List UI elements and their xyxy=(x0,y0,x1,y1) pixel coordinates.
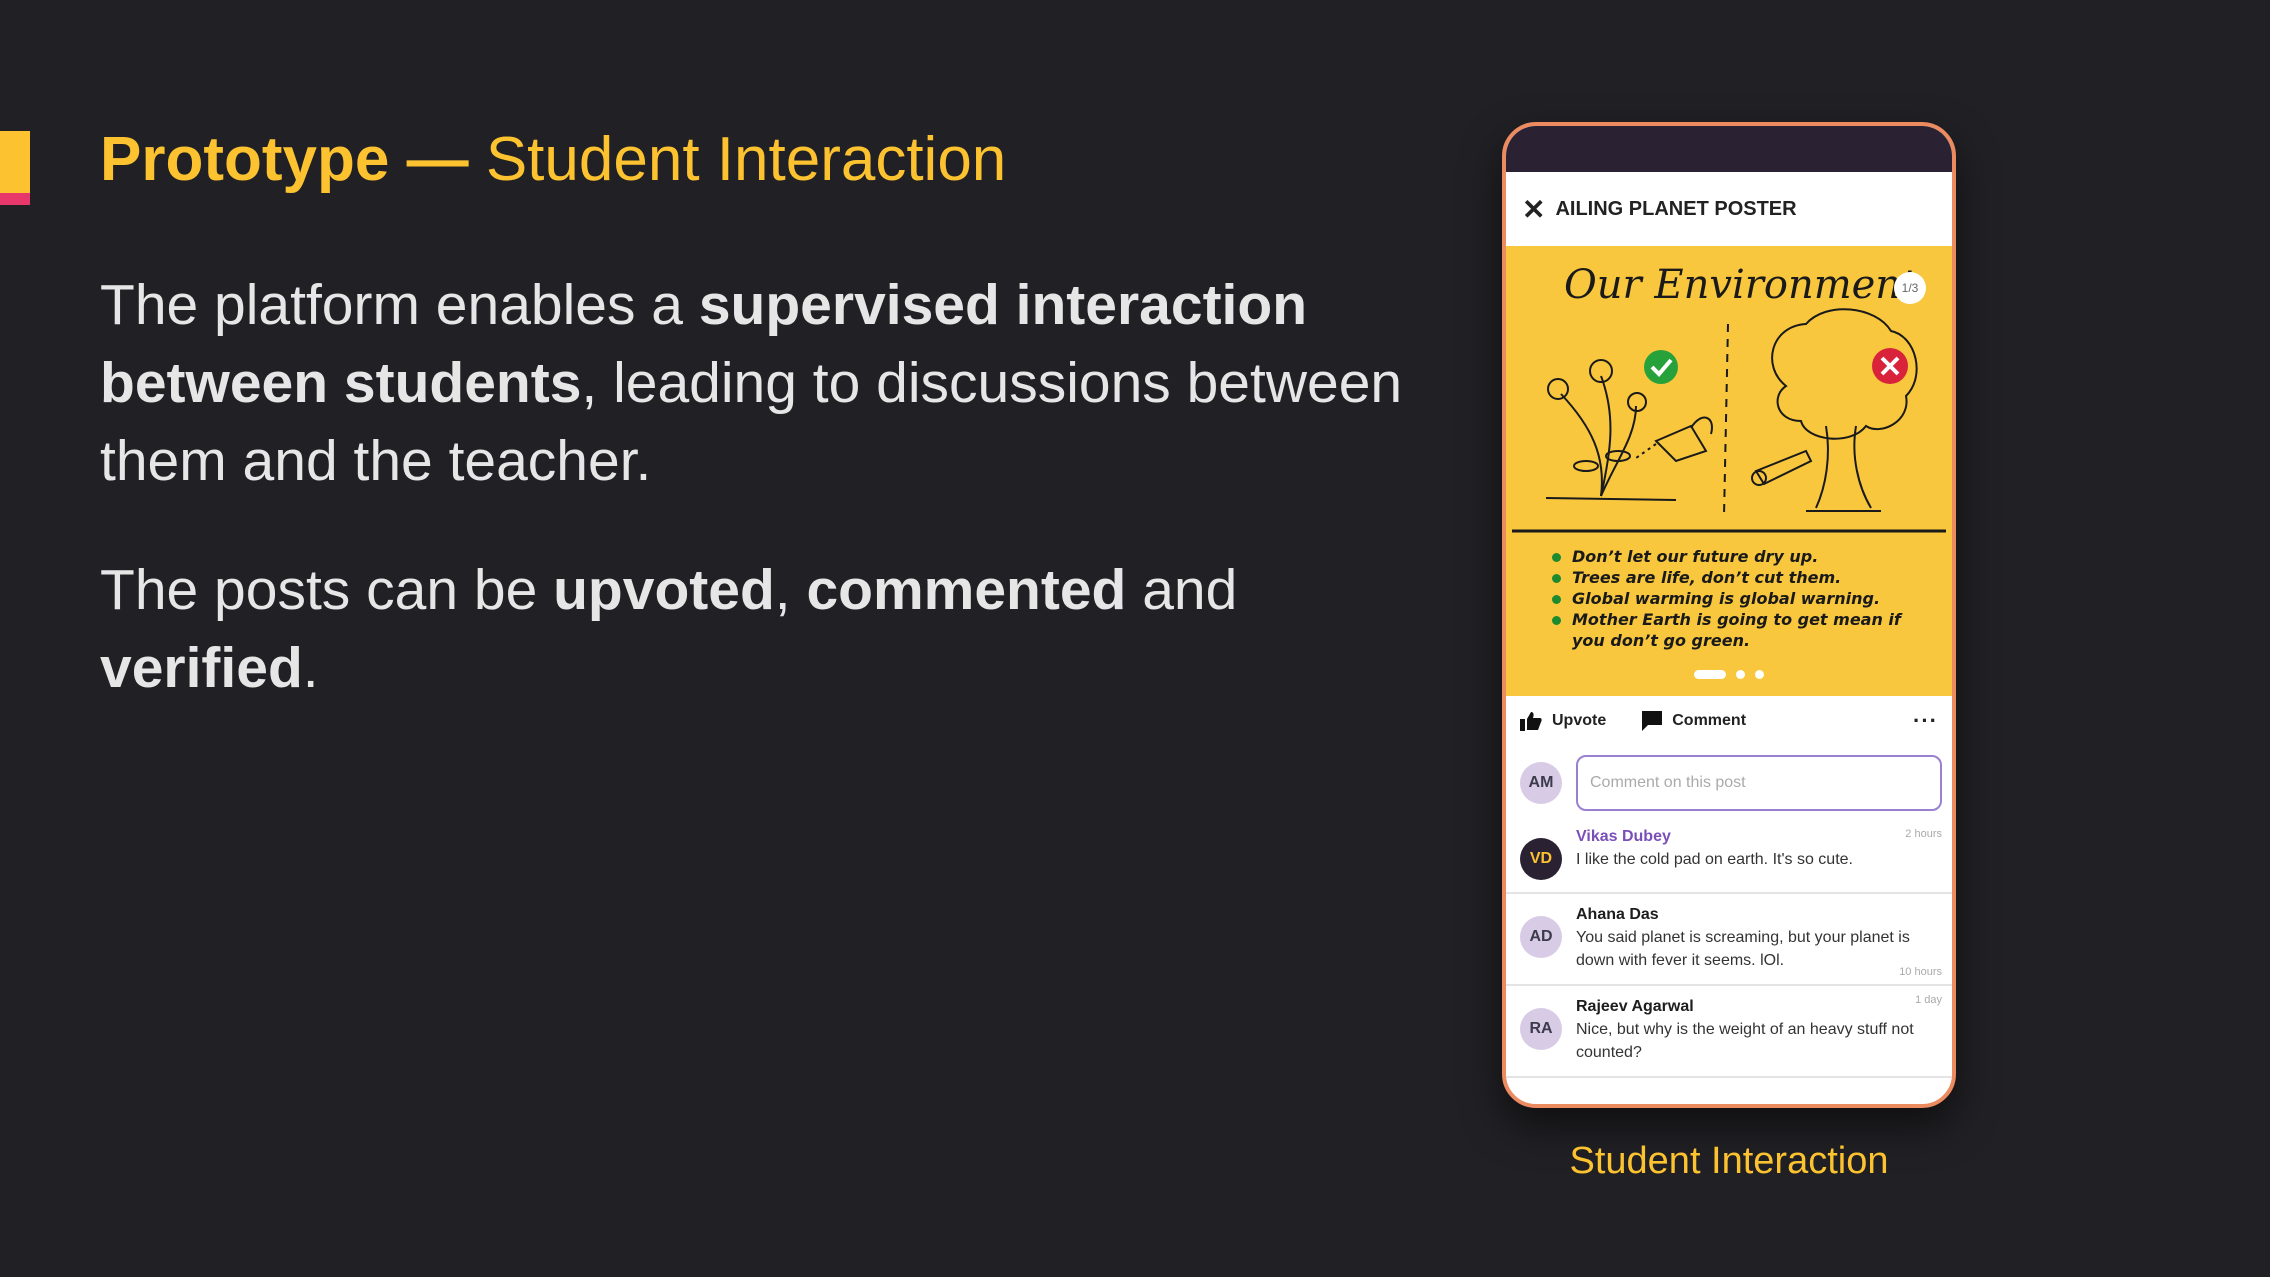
post-title: AILING PLANET POSTER xyxy=(1555,197,1797,220)
phone-status-bar xyxy=(1506,126,1952,172)
p1-text-1: The platform enables a xyxy=(100,273,699,337)
avatar: AM xyxy=(1520,762,1562,804)
poster-bullet: Don’t let our future dry up. xyxy=(1548,546,1918,567)
accent-bar-pink xyxy=(0,193,30,205)
description-paragraph-1: The platform enables a supervised intera… xyxy=(100,266,1430,500)
post-header: ✕ AILING PLANET POSTER xyxy=(1506,172,1952,246)
close-icon[interactable]: ✕ xyxy=(1522,193,1545,226)
carousel-dot-active[interactable] xyxy=(1694,670,1726,679)
p2-bold-commented: commented xyxy=(806,558,1127,622)
poster-bullet: Global warming is global warning. xyxy=(1548,588,1918,609)
comment-timestamp: 2 hours xyxy=(1905,828,1942,840)
comment-text: I like the cold pad on earth. It's so cu… xyxy=(1576,851,1853,868)
avatar: RA xyxy=(1520,1008,1562,1050)
poster-bullets: Don’t let our future dry up. Trees are l… xyxy=(1548,546,1918,651)
poster-bullet: Trees are life, don’t cut them. xyxy=(1548,567,1918,588)
thumbs-up-icon xyxy=(1520,712,1542,731)
upvote-label: Upvote xyxy=(1552,712,1607,729)
comment-item: VD Vikas Dubey I like the cold pad on ea… xyxy=(1506,816,1952,894)
more-options-icon[interactable]: ··· xyxy=(1913,708,1938,734)
p2-text-1: The posts can be xyxy=(100,558,554,622)
poster-heading: Our Environment xyxy=(1564,262,1918,308)
p2-text-4: . xyxy=(302,636,319,700)
tree-drawing xyxy=(1751,308,1918,512)
p2-text-2: , xyxy=(774,558,807,622)
flower-drawing xyxy=(1545,359,1713,501)
phone-mockup: ✕ AILING PLANET POSTER Our Environment 1… xyxy=(1502,122,1956,1108)
p2-text-3: and xyxy=(1126,558,1238,622)
carousel-dot[interactable] xyxy=(1736,670,1745,679)
verified-check-icon xyxy=(1644,350,1678,384)
carousel-dots xyxy=(1506,670,1952,679)
slide-title-bold: Prototype — xyxy=(100,125,469,194)
comment-item: AD Ahana Das You said planet is screamin… xyxy=(1506,894,1952,986)
comment-author[interactable]: Vikas Dubey xyxy=(1576,828,1942,846)
post-actions: Upvote Comment ··· xyxy=(1506,696,1952,746)
poster-bullet: Mother Earth is going to get mean if you… xyxy=(1548,609,1918,651)
description-paragraph-2: The posts can be upvoted, commented and … xyxy=(100,551,1430,707)
comment-label: Comment xyxy=(1672,712,1747,729)
poster-divider xyxy=(1723,323,1729,517)
avatar: AD xyxy=(1520,916,1562,958)
poster-image[interactable]: Our Environment 1/3 Don’t let our future… xyxy=(1506,246,1952,696)
page-indicator: 1/3 xyxy=(1894,272,1926,304)
upvote-button[interactable]: Upvote xyxy=(1520,711,1606,731)
comment-text: You said planet is screaming, but your p… xyxy=(1576,929,1910,969)
comment-timestamp: 1 day xyxy=(1915,994,1942,1006)
slide-title-rest: Student Interaction xyxy=(468,125,1007,194)
comment-author[interactable]: Ahana Das xyxy=(1576,906,1942,924)
p2-bold-verified: verified xyxy=(100,636,303,700)
comment-timestamp: 10 hours xyxy=(1899,966,1942,978)
phone-caption: Student Interaction xyxy=(1569,1140,1889,1182)
comment-author[interactable]: Rajeev Agarwal xyxy=(1576,998,1942,1016)
comment-input-row: AM xyxy=(1506,746,1952,816)
comment-button[interactable]: Comment xyxy=(1642,711,1746,731)
carousel-dot[interactable] xyxy=(1755,670,1764,679)
accent-bar xyxy=(0,131,30,193)
comment-text: Nice, but why is the weight of an heavy … xyxy=(1576,1021,1914,1061)
comment-item: RA Rajeev Agarwal Nice, but why is the w… xyxy=(1506,986,1952,1078)
avatar: VD xyxy=(1520,838,1562,880)
slide-title: Prototype — Student Interaction xyxy=(100,124,1006,195)
comment-input[interactable] xyxy=(1576,755,1942,811)
comment-icon xyxy=(1642,711,1663,731)
p2-bold-upvoted: upvoted xyxy=(553,558,775,622)
